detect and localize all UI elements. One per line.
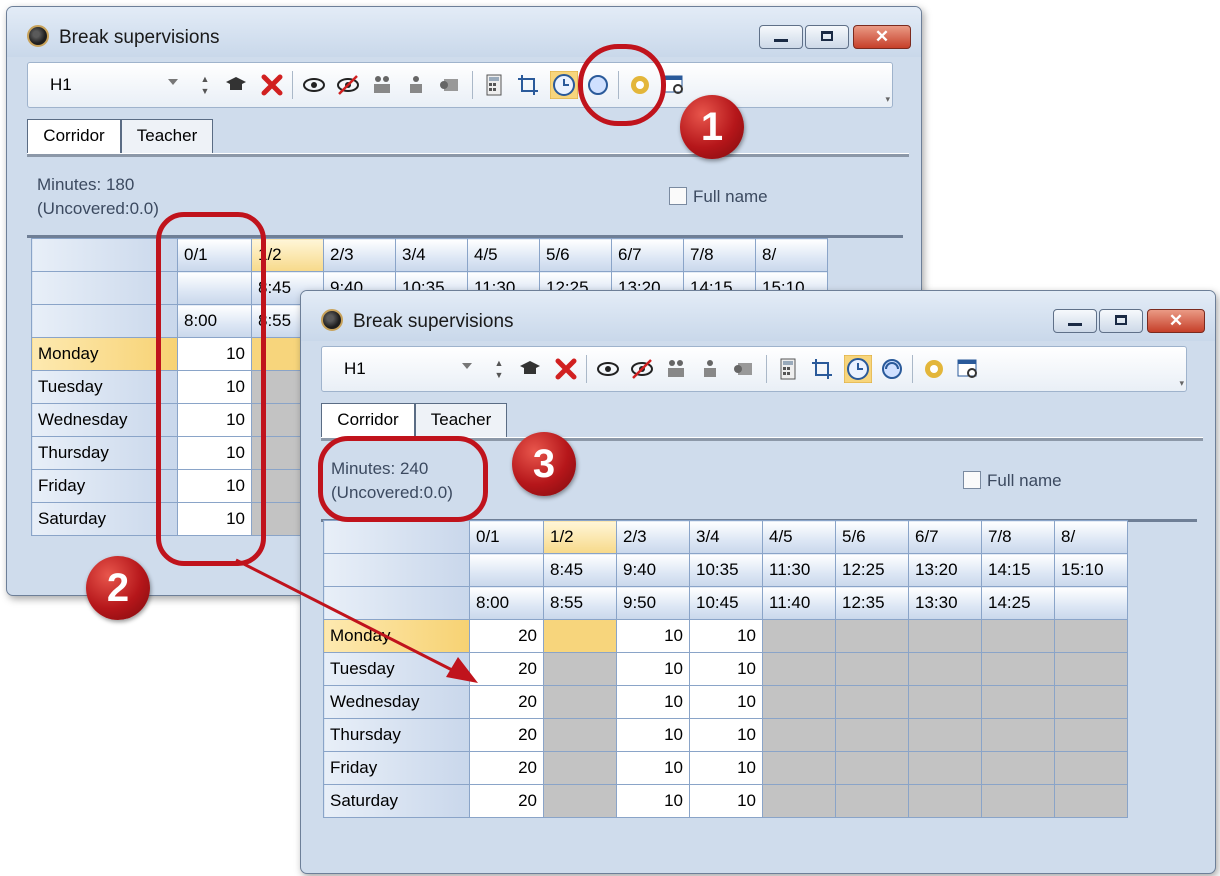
callout-badge-1: 1 bbox=[680, 95, 744, 159]
callout-badge-2: 2 bbox=[86, 556, 150, 620]
callout-arrow bbox=[235, 558, 478, 683]
callout-badge-3: 3 bbox=[512, 432, 576, 496]
highlight-minutes bbox=[318, 436, 488, 522]
